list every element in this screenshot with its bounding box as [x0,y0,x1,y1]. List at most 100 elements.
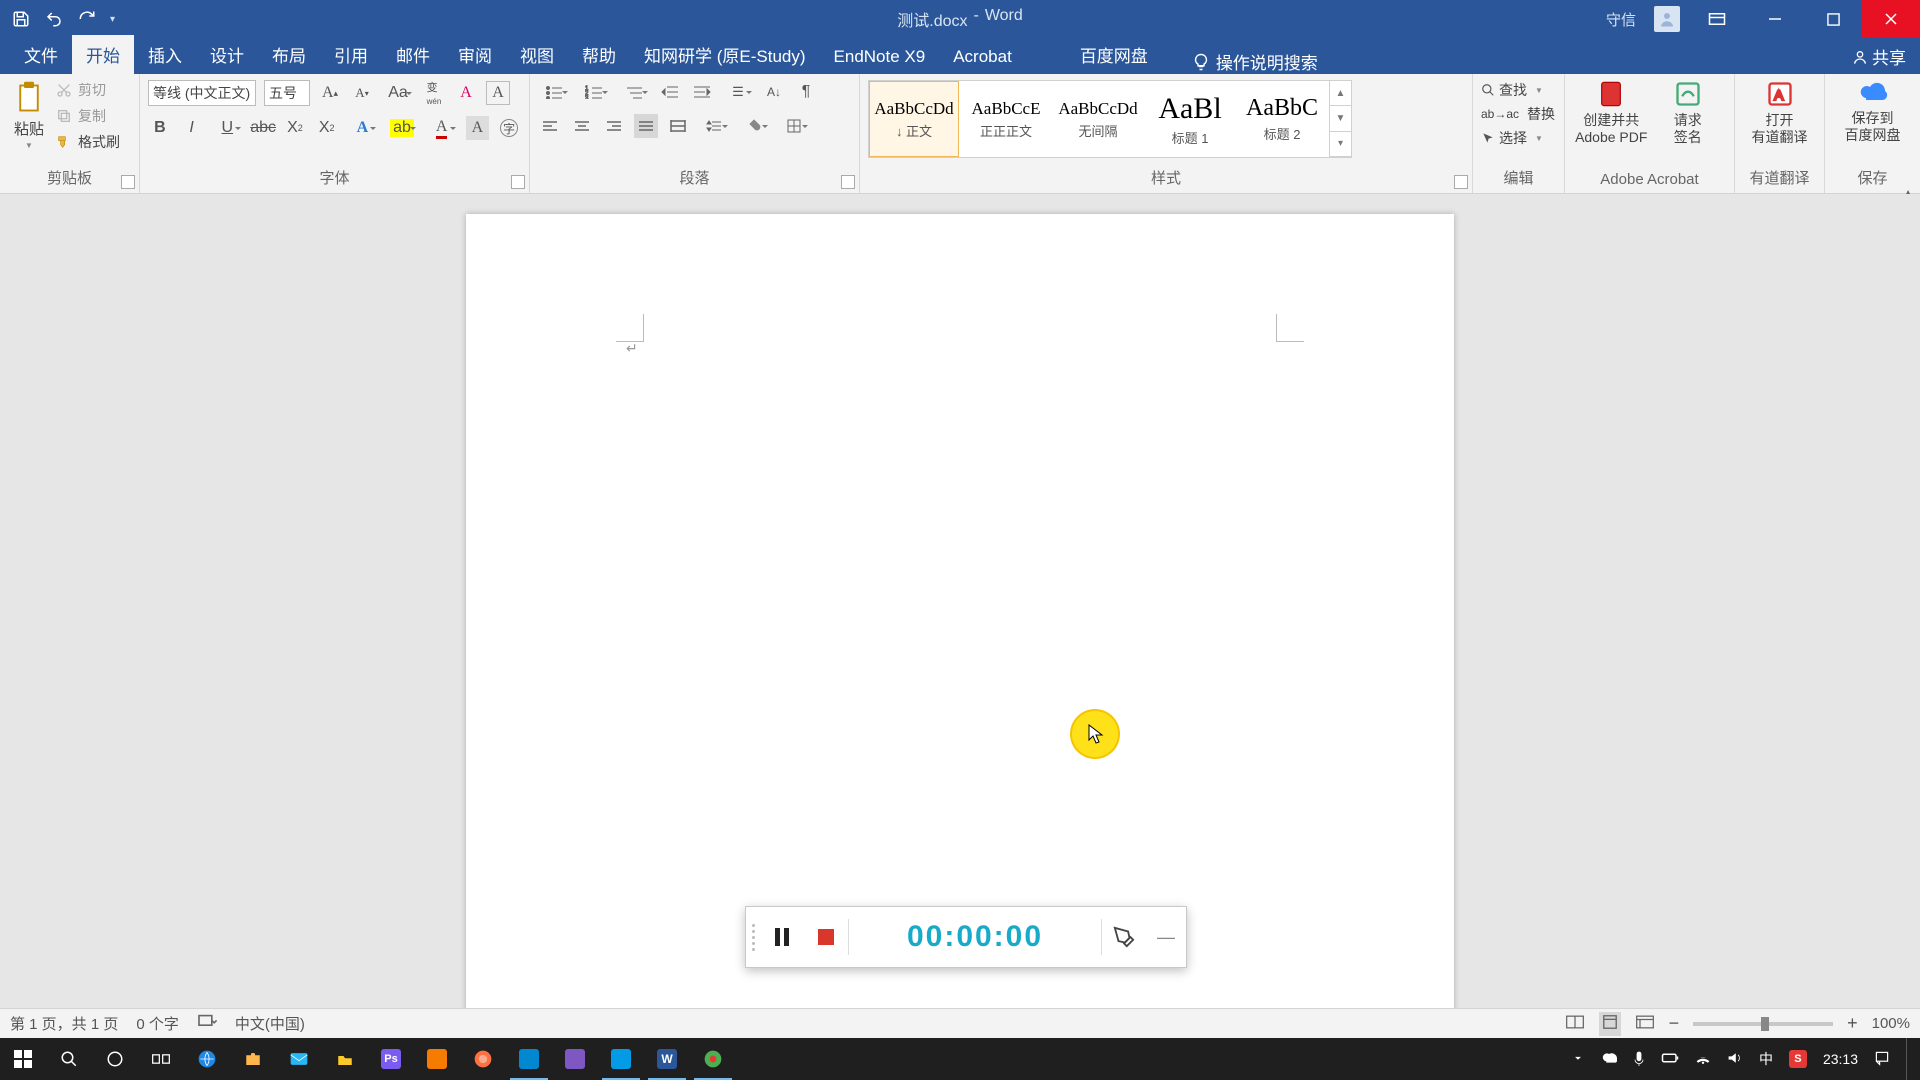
clear-formatting-icon[interactable]: A [454,81,478,105]
tab-review[interactable]: 审阅 [444,35,506,74]
drag-handle-icon[interactable] [746,907,760,967]
multilevel-list-icon[interactable] [618,80,650,104]
show-marks-icon[interactable]: ¶ [794,80,818,104]
document-area[interactable]: ↵ 00:00:00 — [0,194,1920,1050]
tab-view[interactable]: 视图 [506,35,568,74]
avatar[interactable] [1654,6,1680,32]
start-button[interactable] [0,1038,46,1080]
bullets-icon[interactable] [538,80,570,104]
asian-layout-icon[interactable]: ☰ [722,80,754,104]
spellcheck-icon[interactable] [197,1014,217,1034]
tray-icon[interactable] [1727,1051,1743,1068]
tab-references[interactable]: 引用 [320,35,382,74]
taskbar-app[interactable] [276,1038,322,1080]
taskbar-word-icon[interactable]: W [644,1038,690,1080]
save-icon[interactable] [12,10,30,28]
taskbar-recorder-icon[interactable] [690,1038,736,1080]
dialog-launcher-icon[interactable] [511,175,525,189]
dialog-launcher-icon[interactable] [841,175,855,189]
tray-icon[interactable] [1601,1051,1617,1068]
dialog-launcher-icon[interactable] [1454,175,1468,189]
style-normal[interactable]: AaBbCcDd↓ 正文 [869,81,959,157]
replace-button[interactable]: ab→ac替换 [1481,104,1555,124]
zoom-level[interactable]: 100% [1872,1015,1910,1032]
superscript-icon[interactable]: X2 [315,116,339,140]
style-heading2[interactable]: AaBbC标题 2 [1237,81,1327,157]
tab-home[interactable]: 开始 [72,35,134,74]
tray-icon[interactable]: S [1789,1050,1807,1068]
highlight-icon[interactable]: ab [386,116,418,140]
font-color-icon[interactable]: A [426,116,458,140]
taskbar-app[interactable] [460,1038,506,1080]
taskbar-app[interactable] [552,1038,598,1080]
cut-button[interactable]: 剪切 [56,80,120,100]
tray-icon[interactable] [1695,1051,1711,1068]
recorder-toolbar[interactable]: 00:00:00 — [745,906,1187,968]
format-painter-button[interactable]: 格式刷 [56,132,120,152]
align-right-icon[interactable] [602,114,626,138]
taskbar-app[interactable] [598,1038,644,1080]
taskbar-app[interactable] [230,1038,276,1080]
clock[interactable]: 23:13 [1823,1051,1858,1067]
tab-estudy[interactable]: 知网研学 (原E-Study) [630,35,820,74]
taskbar-app[interactable] [322,1038,368,1080]
tab-mailings[interactable]: 邮件 [382,35,444,74]
redo-icon[interactable] [78,10,96,28]
enclose-characters-icon[interactable]: 字 [497,116,521,140]
request-signature-button[interactable]: 请求 签名 [1650,80,1727,146]
gallery-scroll[interactable]: ▲▼▾ [1329,81,1351,157]
paste-button[interactable]: 粘贴 ▼ [8,80,50,150]
align-left-icon[interactable] [538,114,562,138]
dialog-launcher-icon[interactable] [121,175,135,189]
youdao-translate-button[interactable]: A打开 有道翻译 [1743,80,1816,146]
sort-icon[interactable]: A↓ [762,80,786,104]
create-pdf-button[interactable]: 创建并共 Adobe PDF [1573,80,1650,146]
undo-icon[interactable] [44,10,64,28]
tab-endnote[interactable]: EndNote X9 [820,40,940,74]
zoom-in-icon[interactable]: + [1847,1013,1858,1034]
styles-gallery[interactable]: AaBbCcDd↓ 正文 AaBbCcE正正正文 AaBbCcDd无间隔 AaB… [868,80,1352,158]
tell-me-search[interactable]: 操作说明搜索 [1192,49,1318,74]
font-name-combo[interactable]: 等线 (中文正文) [148,80,256,106]
ime-indicator[interactable]: 中 [1759,1049,1773,1069]
tab-baidu[interactable]: 百度网盘 [1066,35,1162,74]
distribute-icon[interactable] [666,114,690,138]
taskbar-app[interactable]: Ps [368,1038,414,1080]
align-center-icon[interactable] [570,114,594,138]
style-body[interactable]: AaBbCcE正正正文 [961,81,1051,157]
phonetic-guide-icon[interactable]: 变wén [422,81,446,105]
taskbar-app[interactable] [506,1038,552,1080]
taskbar-app[interactable] [414,1038,460,1080]
shrink-font-icon[interactable]: A▾ [350,81,374,105]
tray-icon[interactable] [1661,1051,1679,1068]
zoom-out-icon[interactable]: − [1669,1013,1680,1034]
baidu-netdisk-button[interactable]: 保存到 百度网盘 [1833,80,1912,144]
cortana-icon[interactable] [92,1038,138,1080]
character-border-icon[interactable]: A [486,81,510,105]
shading-icon[interactable] [738,114,770,138]
recorder-minimize-icon[interactable]: — [1146,927,1186,948]
italic-icon[interactable]: I [180,116,204,140]
zoom-slider[interactable] [1693,1022,1833,1026]
read-mode-icon[interactable] [1565,1014,1585,1034]
tab-help[interactable]: 帮助 [568,35,630,74]
notifications-icon[interactable] [1874,1050,1890,1069]
task-view-icon[interactable] [138,1038,184,1080]
tab-insert[interactable]: 插入 [134,35,196,74]
tray-icon[interactable] [1633,1050,1645,1069]
change-case-icon[interactable]: Aa [382,81,414,105]
align-justify-icon[interactable] [634,114,658,138]
search-icon[interactable] [46,1038,92,1080]
numbering-icon[interactable]: 123 [578,80,610,104]
character-shading-icon[interactable]: A [466,116,490,140]
word-count[interactable]: 0 个字 [136,1013,179,1034]
decrease-indent-icon[interactable] [658,80,682,104]
style-nospacing[interactable]: AaBbCcDd无间隔 [1053,81,1143,157]
tab-acrobat[interactable]: Acrobat [939,40,1026,74]
language-indicator[interactable]: 中文(中国) [235,1013,305,1034]
subscript-icon[interactable]: X2 [283,116,307,140]
line-spacing-icon[interactable] [698,114,730,138]
show-desktop[interactable] [1906,1038,1912,1080]
bold-icon[interactable]: B [148,116,172,140]
account-name[interactable]: 守信 [1596,9,1646,30]
